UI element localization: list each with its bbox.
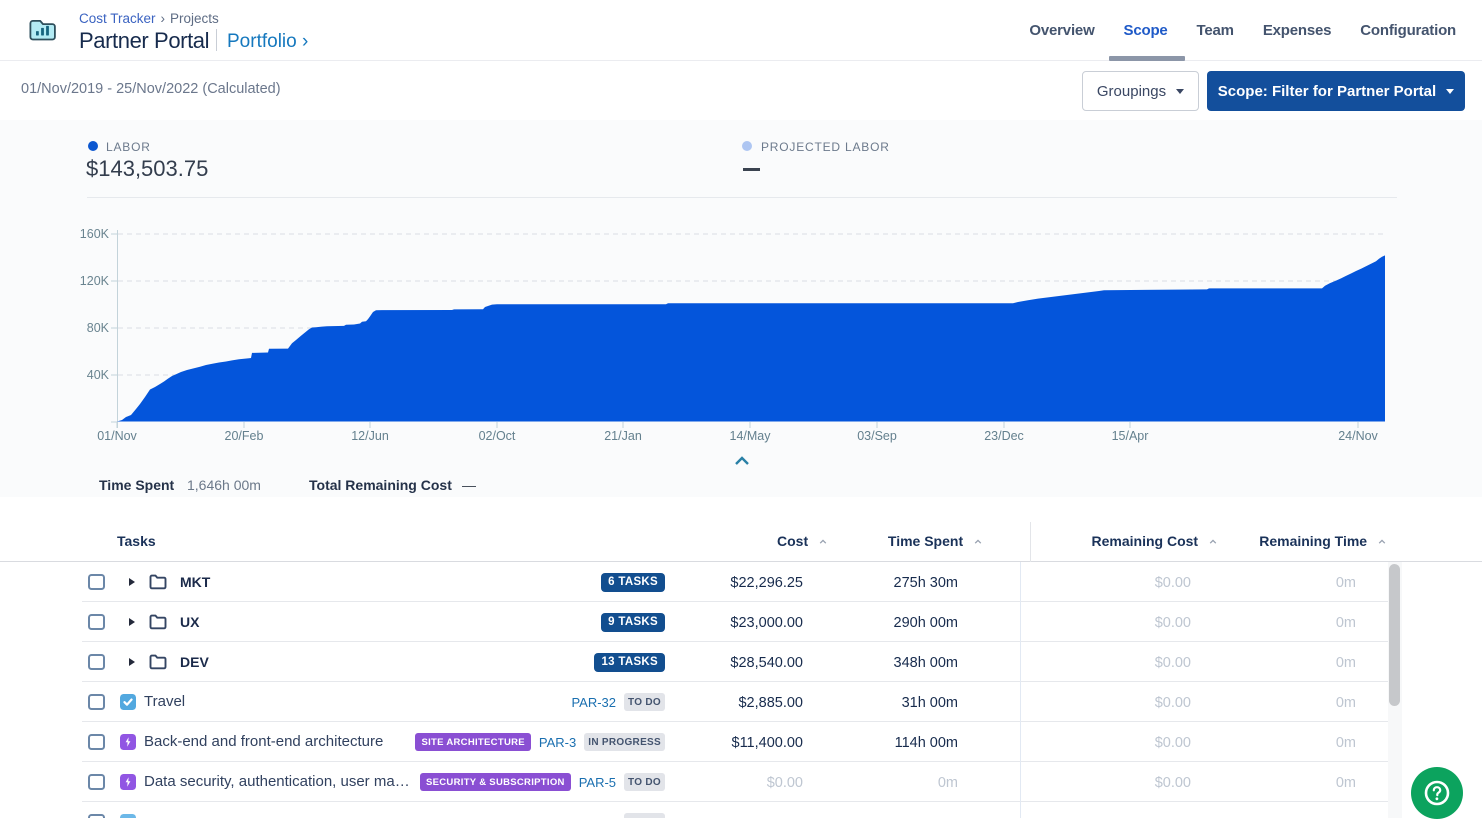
svg-text:12/Jun: 12/Jun	[351, 429, 389, 443]
svg-text:02/Oct: 02/Oct	[479, 429, 516, 443]
svg-text:14/May: 14/May	[730, 429, 772, 443]
svg-text:120K: 120K	[80, 274, 110, 288]
svg-text:80K: 80K	[87, 321, 110, 335]
svg-text:20/Feb: 20/Feb	[225, 429, 264, 443]
svg-text:40K: 40K	[87, 368, 110, 382]
svg-text:15/Apr: 15/Apr	[1112, 429, 1149, 443]
svg-text:01/Nov: 01/Nov	[97, 429, 137, 443]
svg-text:21/Jan: 21/Jan	[604, 429, 642, 443]
svg-text:160K: 160K	[80, 227, 110, 241]
svg-text:03/Sep: 03/Sep	[857, 429, 897, 443]
svg-text:23/Dec: 23/Dec	[984, 429, 1024, 443]
svg-text:24/Nov: 24/Nov	[1338, 429, 1378, 443]
